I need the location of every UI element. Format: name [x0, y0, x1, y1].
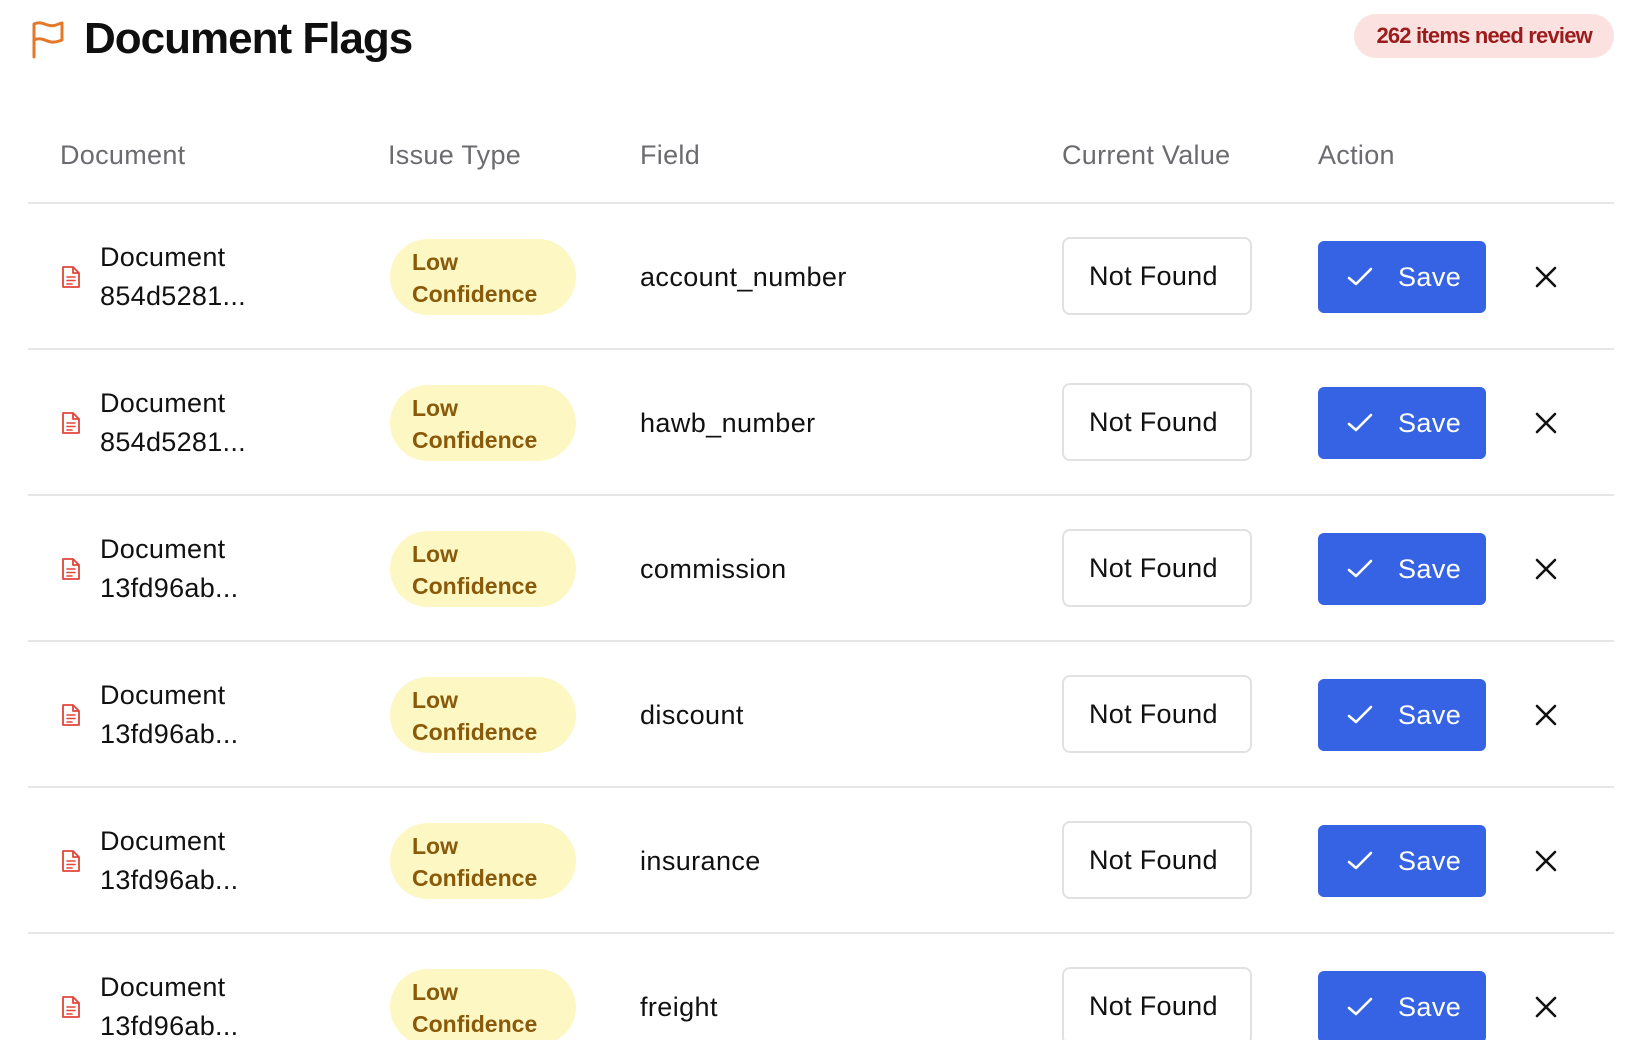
field-name: insurance	[640, 846, 761, 876]
table-row: Document 13fd96ab... Low Confidence insu…	[28, 788, 1614, 934]
save-button-label: Save	[1398, 408, 1462, 438]
document-icon	[62, 558, 80, 580]
document-name[interactable]: Document 13fd96ab...	[100, 822, 350, 900]
document-name[interactable]: Document 854d5281...	[100, 238, 350, 316]
check-icon	[1347, 851, 1373, 870]
flag-icon	[32, 21, 64, 59]
close-icon[interactable]	[1532, 701, 1560, 729]
document-icon	[62, 412, 80, 434]
current-value-input[interactable]: Not Found	[1062, 967, 1252, 1040]
table-body: Document 854d5281... Low Confidence acco…	[28, 204, 1614, 1040]
check-icon	[1347, 267, 1373, 286]
save-button-label: Save	[1398, 554, 1462, 584]
issue-type-badge: Low Confidence	[390, 239, 576, 315]
current-value-input[interactable]: Not Found	[1062, 529, 1252, 607]
issue-type-badge: Low Confidence	[390, 531, 576, 607]
document-icon	[62, 850, 80, 872]
column-header-action: Action	[1318, 140, 1395, 170]
document-icon	[62, 266, 80, 288]
current-value-input[interactable]: Not Found	[1062, 237, 1252, 315]
check-icon	[1347, 997, 1373, 1016]
table-row: Document 13fd96ab... Low Confidence disc…	[28, 642, 1614, 788]
document-name[interactable]: Document 13fd96ab...	[100, 530, 350, 608]
field-name: hawb_number	[640, 408, 816, 438]
save-button-label: Save	[1398, 700, 1462, 730]
table-row: Document 13fd96ab... Low Confidence comm…	[28, 496, 1614, 642]
review-count-badge: 262 items need review	[1354, 14, 1614, 58]
column-header-issue-type: Issue Type	[388, 140, 522, 170]
current-value-input[interactable]: Not Found	[1062, 821, 1252, 899]
table-row: Document 13fd96ab... Low Confidence frei…	[28, 934, 1614, 1040]
column-header-current-value: Current Value	[1062, 140, 1231, 170]
page-title: Document Flags	[84, 14, 413, 63]
save-button[interactable]: Save	[1318, 971, 1486, 1040]
column-header-document: Document	[60, 140, 186, 170]
current-value-input[interactable]: Not Found	[1062, 675, 1252, 753]
field-name: account_number	[640, 262, 847, 292]
save-button-label: Save	[1398, 846, 1462, 876]
issue-type-badge: Low Confidence	[390, 677, 576, 753]
close-icon[interactable]	[1532, 263, 1560, 291]
save-button[interactable]: Save	[1318, 241, 1486, 313]
save-button[interactable]: Save	[1318, 679, 1486, 751]
close-icon[interactable]	[1532, 409, 1560, 437]
flags-table: Document Issue Type Field Current Value …	[28, 124, 1614, 1040]
save-button-label: Save	[1398, 992, 1462, 1022]
document-name[interactable]: Document 854d5281...	[100, 384, 350, 462]
document-name[interactable]: Document 13fd96ab...	[100, 968, 350, 1040]
document-icon	[62, 704, 80, 726]
field-name: commission	[640, 554, 787, 584]
document-name[interactable]: Document 13fd96ab...	[100, 676, 350, 754]
check-icon	[1347, 559, 1373, 578]
field-name: discount	[640, 700, 744, 730]
table-row: Document 854d5281... Low Confidence acco…	[28, 204, 1614, 350]
issue-type-badge: Low Confidence	[390, 385, 576, 461]
close-icon[interactable]	[1532, 993, 1560, 1021]
check-icon	[1347, 705, 1373, 724]
save-button-label: Save	[1398, 262, 1462, 292]
page-header: Document Flags 262 items need review	[28, 14, 1614, 70]
document-flags-page: Document Flags 262 items need review Doc…	[0, 0, 1642, 1040]
current-value-input[interactable]: Not Found	[1062, 383, 1252, 461]
issue-type-badge: Low Confidence	[390, 969, 576, 1040]
field-name: freight	[640, 992, 718, 1022]
close-icon[interactable]	[1532, 847, 1560, 875]
save-button[interactable]: Save	[1318, 825, 1486, 897]
table-header: Document Issue Type Field Current Value …	[28, 124, 1614, 204]
table-row: Document 854d5281... Low Confidence hawb…	[28, 350, 1614, 496]
check-icon	[1347, 413, 1373, 432]
save-button[interactable]: Save	[1318, 387, 1486, 459]
document-icon	[62, 996, 80, 1018]
save-button[interactable]: Save	[1318, 533, 1486, 605]
issue-type-badge: Low Confidence	[390, 823, 576, 899]
column-header-field: Field	[640, 140, 701, 170]
close-icon[interactable]	[1532, 555, 1560, 583]
